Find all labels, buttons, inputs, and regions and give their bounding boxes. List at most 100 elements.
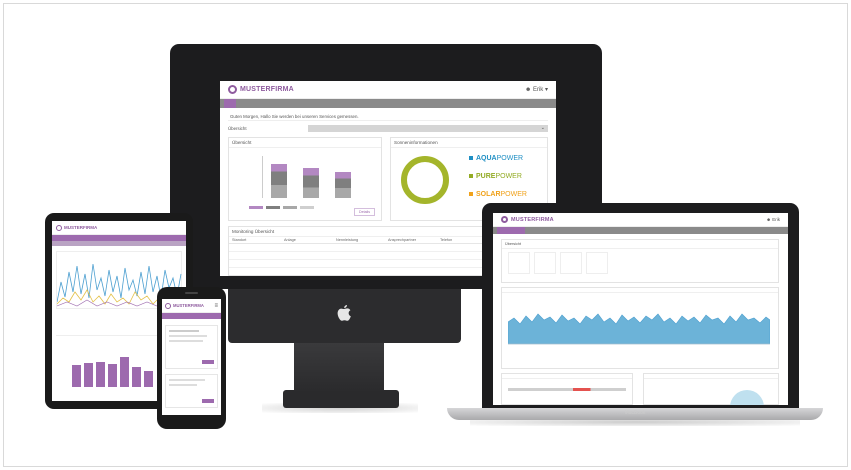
kpi-tile (534, 252, 556, 274)
kpi-tiles (508, 252, 608, 274)
brand-swatch (469, 156, 473, 160)
laptop-app-screen: MUSTERFIRMA ☻ Erik Übersicht (493, 213, 788, 405)
tablet-header: MUSTERFIRMA (52, 221, 186, 235)
card-title (502, 374, 632, 379)
brand-logo-icon (56, 224, 62, 231)
filter-select-value (308, 126, 311, 130)
app-header: MUSTERFIRMA ☻ Erik (493, 213, 788, 227)
phone-card-button[interactable] (202, 399, 214, 403)
filter-select[interactable]: ⌄ (308, 125, 548, 132)
brand-row: AQUA POWER (469, 152, 545, 164)
imac-stand-neck (294, 343, 384, 393)
chart-legend (249, 206, 369, 210)
phone-nav[interactable] (162, 313, 221, 319)
details-button[interactable]: Details (354, 208, 375, 216)
chart-bar (144, 371, 153, 387)
phone-header: MUSTERFIRMA ≡ (162, 299, 221, 313)
brand-row: SOLAR POWER (469, 188, 545, 200)
column-header[interactable]: Nennleistung (336, 238, 388, 242)
brand-name: MUSTERFIRMA (173, 303, 204, 308)
brand-prefix: AQUA (476, 154, 497, 162)
user-name: Erik (532, 87, 544, 93)
kpi-tile (508, 252, 530, 274)
chart-bar (84, 363, 93, 387)
chart-bar (335, 172, 351, 198)
legend-swatch (283, 206, 297, 209)
phone-card-text (169, 379, 205, 381)
tablet-subnav (52, 241, 186, 246)
bar-chart-x-labels (263, 200, 375, 205)
card-title (502, 288, 778, 293)
nav-item-active[interactable] (497, 227, 525, 234)
brand-swatch (469, 174, 473, 178)
chart-bar (108, 364, 117, 387)
brand-row: PURE POWER (469, 170, 545, 182)
gauge-bar (508, 388, 626, 391)
area-chart-graphic (507, 313, 771, 345)
brand-logo-icon (501, 216, 508, 223)
brand-name: MUSTERFIRMA (511, 216, 554, 223)
notice-bar: Guten Morgen, Hallo Sie werden bei unser… (228, 112, 548, 121)
user-name: Erik (772, 217, 780, 222)
laptop-area-chart-card (501, 287, 779, 369)
brand-prefix: PURE (476, 172, 496, 180)
brand-suffix: POWER (495, 172, 522, 180)
column-header[interactable]: Anlage (284, 238, 336, 242)
iphone-speaker (185, 292, 198, 294)
brand-name: MUSTERFIRMA (240, 86, 294, 93)
column-header[interactable]: Standort (232, 238, 284, 242)
user-menu[interactable]: ☻ Erik ▾ (525, 86, 548, 93)
brand-list: AQUA POWER PURE POWER SOLAR POWER (469, 152, 545, 200)
brand-suffix: POWER (500, 190, 527, 198)
kpi-tile (560, 252, 582, 274)
app-header: MUSTERFIRMA ☻ Erik ▾ (220, 81, 556, 99)
legend-swatch (300, 206, 314, 209)
brand-logo[interactable]: MUSTERFIRMA (501, 216, 554, 223)
chart-bar (120, 357, 129, 387)
y-axis-line (262, 156, 263, 198)
phone-card-text (169, 340, 203, 342)
chart-bar (303, 168, 319, 198)
brand-swatch (469, 192, 473, 196)
phone-card (165, 325, 218, 369)
main-navigation (493, 227, 788, 234)
legend-swatch (249, 206, 263, 209)
apple-logo-icon (337, 305, 351, 321)
brand-suffix: POWER (496, 154, 524, 162)
user-menu[interactable]: ☻ Erik (766, 217, 780, 222)
card-title (644, 374, 778, 379)
macbook-device: MUSTERFIRMA ☻ Erik Übersicht (482, 203, 799, 410)
card-title: Übersicht (502, 240, 778, 249)
macbook-base: MacBook (447, 408, 823, 420)
chart-bar (132, 367, 141, 387)
chart-bar (72, 365, 81, 387)
phone-card-text (169, 330, 199, 332)
phone-card-text (169, 384, 197, 386)
card-title: Sonneninformationen (391, 138, 547, 148)
main-navigation (220, 99, 556, 108)
phone-card-button[interactable] (202, 360, 214, 364)
brand-logo[interactable]: MUSTERFIRMA (228, 85, 294, 94)
chart-bar (96, 362, 105, 387)
notice-text: Guten Morgen, Hallo Sie werden bei unser… (230, 114, 359, 119)
laptop-gauge-card (501, 373, 633, 405)
donut-partial (730, 390, 764, 405)
chevron-down-icon: ⌄ (540, 125, 545, 131)
donut-chart (401, 156, 449, 204)
brand-logo-icon (165, 302, 171, 309)
brand-name: MUSTERFIRMA (64, 225, 98, 230)
brand-logo-icon (228, 85, 237, 94)
details-button-label: Details (359, 210, 370, 214)
column-header[interactable]: Ansprechpartner (388, 238, 440, 242)
legend-swatch (266, 206, 280, 209)
filter-bar: Übersicht ⌄ (228, 124, 548, 133)
nav-item-active[interactable] (224, 99, 236, 108)
laptop-summary-card: Übersicht (501, 239, 779, 283)
bar-chart (262, 156, 375, 198)
filter-label: Übersicht (228, 126, 247, 131)
imac-chin (228, 289, 461, 343)
kpi-tile (586, 252, 608, 274)
menu-icon[interactable]: ≡ (214, 303, 218, 309)
iphone-device: MUSTERFIRMA ≡ (157, 287, 226, 429)
laptop-donut-card (643, 373, 779, 405)
